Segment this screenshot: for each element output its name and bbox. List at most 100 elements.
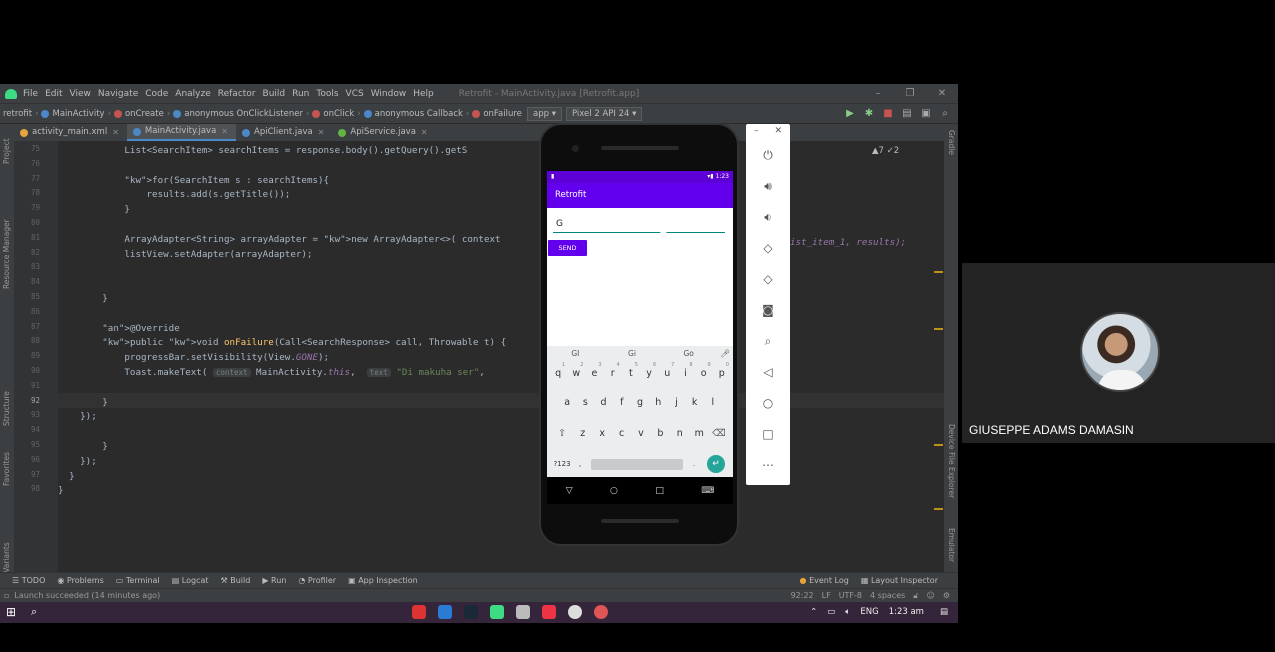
recents-icon[interactable]: □ — [655, 486, 664, 496]
key-r[interactable]: 4r — [604, 362, 622, 379]
code-line[interactable]: } — [58, 440, 108, 455]
chrome-icon[interactable] — [568, 605, 582, 619]
line-number[interactable]: 82 — [16, 248, 40, 257]
tool-terminal[interactable]: ▭ Terminal — [116, 576, 160, 585]
back-icon[interactable]: ▽ — [566, 486, 573, 496]
code-line[interactable]: } — [58, 484, 64, 499]
windows-start-icon[interactable]: ⊞ — [6, 605, 16, 619]
line-number[interactable]: 78 — [16, 188, 40, 197]
key-f[interactable]: f — [613, 397, 631, 408]
breadcrumb-item[interactable]: anonymous OnClickListener — [184, 109, 303, 119]
code-line[interactable]: }); — [58, 455, 97, 470]
line-number[interactable]: 88 — [16, 336, 40, 345]
key-d[interactable]: d — [594, 397, 612, 408]
menu-build[interactable]: Build — [263, 89, 286, 99]
line-number[interactable]: 90 — [16, 366, 40, 375]
enter-icon[interactable]: ↵ — [707, 455, 725, 473]
lock-icon[interactable]: 🔓︎ — [913, 591, 918, 601]
key-comma[interactable]: , — [573, 460, 587, 468]
line-number[interactable]: 92 — [16, 396, 40, 405]
menu-view[interactable]: View — [70, 89, 91, 99]
code-editor[interactable]: List<SearchItem> searchItems = response.… — [58, 141, 944, 572]
line-number[interactable]: 87 — [16, 322, 40, 331]
key-n[interactable]: n — [670, 428, 689, 439]
search-icon[interactable]: ⌕ — [938, 107, 952, 121]
suggestion[interactable]: Gi — [604, 346, 661, 362]
code-line[interactable]: } — [58, 292, 108, 307]
camera-icon[interactable]: ◙ — [746, 303, 790, 317]
line-number[interactable]: 85 — [16, 292, 40, 301]
close-tab-icon[interactable]: ✕ — [421, 124, 428, 141]
code-line[interactable]: } — [58, 203, 130, 218]
tool-layout-inspector[interactable]: ▦ Layout Inspector — [861, 576, 938, 585]
vscode-icon[interactable] — [438, 605, 452, 619]
code-line[interactable]: } — [58, 470, 75, 485]
obs-icon[interactable] — [594, 605, 608, 619]
line-number[interactable]: 83 — [16, 262, 40, 271]
key-w[interactable]: 2w — [567, 362, 585, 379]
tab-api-client-java[interactable]: ApiClient.java ✕ — [236, 124, 332, 141]
key-g[interactable]: g — [631, 397, 649, 408]
clock[interactable]: 1:23 am — [889, 602, 924, 623]
tool-event-log[interactable]: ● Event Log — [800, 576, 849, 585]
phone-screen[interactable]: ▮ ▾▮ 1:23 Retrofit G SEND GI Gi Go 🎤︎ 1q… — [547, 171, 733, 504]
suggestion[interactable]: GI — [547, 346, 604, 362]
close-tab-icon[interactable]: ✕ — [318, 124, 325, 141]
maximize-icon[interactable]: ❐ — [894, 84, 926, 103]
key-a[interactable]: a — [558, 397, 576, 408]
key-h[interactable]: h — [649, 397, 667, 408]
close-tab-icon[interactable]: ✕ — [112, 124, 119, 141]
sdk-manager-icon[interactable]: ▤ — [900, 107, 914, 121]
back-icon[interactable]: ◁ — [746, 365, 790, 379]
home-icon[interactable]: ○ — [746, 396, 790, 410]
line-number[interactable]: 98 — [16, 484, 40, 493]
code-line[interactable]: progressBar.setVisibility(View.GONE); — [58, 351, 329, 366]
opera-icon[interactable] — [412, 605, 426, 619]
send-button[interactable]: SEND — [548, 240, 587, 256]
key-c[interactable]: c — [612, 428, 631, 439]
run-icon[interactable]: ▶ — [843, 107, 857, 121]
line-number[interactable]: 97 — [16, 470, 40, 479]
menu-vcs[interactable]: VCS — [346, 89, 364, 99]
line-number[interactable]: 75 — [16, 144, 40, 153]
stop-icon[interactable]: ■ — [881, 107, 895, 121]
line-number[interactable]: 84 — [16, 277, 40, 286]
key-z[interactable]: z — [573, 428, 592, 439]
key-u[interactable]: 7u — [658, 362, 676, 379]
rotate-right-icon[interactable]: ◇ — [746, 272, 790, 286]
photos-icon[interactable] — [516, 605, 530, 619]
microphone-icon[interactable]: 🎤︎ — [717, 346, 733, 362]
minimize-icon[interactable]: – — [862, 84, 894, 103]
chevron-up-icon[interactable]: ⌃ — [810, 602, 817, 623]
key-period[interactable]: . — [687, 460, 701, 468]
tool-run[interactable]: ▶ Run — [262, 576, 286, 585]
key-k[interactable]: k — [686, 397, 704, 408]
device-dropdown[interactable]: Pixel 2 API 24 ▾ — [565, 107, 643, 121]
suggestion[interactable]: Go — [660, 346, 717, 362]
file-encoding[interactable]: UTF-8 — [839, 591, 862, 601]
caret-position[interactable]: 92:22 — [791, 591, 814, 601]
status-message[interactable]: Launch succeeded (14 minutes ago) — [14, 591, 160, 600]
more-icon[interactable]: ⋯ — [746, 458, 790, 472]
key-i[interactable]: 8i — [676, 362, 694, 379]
line-number[interactable]: 91 — [16, 381, 40, 390]
volume-down-icon[interactable]: 🔉︎ — [746, 210, 790, 225]
key-m[interactable]: m — [690, 428, 709, 439]
tool-build[interactable]: ⚒ Build — [221, 576, 251, 585]
menu-help[interactable]: Help — [413, 89, 434, 99]
code-line[interactable]: } — [58, 396, 108, 411]
tool-profiler[interactable]: ◔ Profiler — [298, 576, 336, 585]
warning-stripe[interactable] — [934, 271, 943, 273]
line-separator[interactable]: LF — [822, 591, 831, 601]
line-number[interactable]: 94 — [16, 425, 40, 434]
space-bar[interactable] — [591, 458, 683, 470]
inspector-icon[interactable]: ☺︎ — [926, 591, 934, 601]
key-y[interactable]: 6y — [640, 362, 658, 379]
line-number[interactable]: 76 — [16, 159, 40, 168]
code-line[interactable]: Toast.makeText( context MainActivity.thi… — [58, 366, 484, 381]
home-icon[interactable]: ○ — [610, 486, 618, 496]
tool-project[interactable]: Project — [2, 138, 11, 164]
key-x[interactable]: x — [592, 428, 611, 439]
network-icon[interactable]: ▭ — [827, 602, 835, 623]
menu-refactor[interactable]: Refactor — [218, 89, 256, 99]
